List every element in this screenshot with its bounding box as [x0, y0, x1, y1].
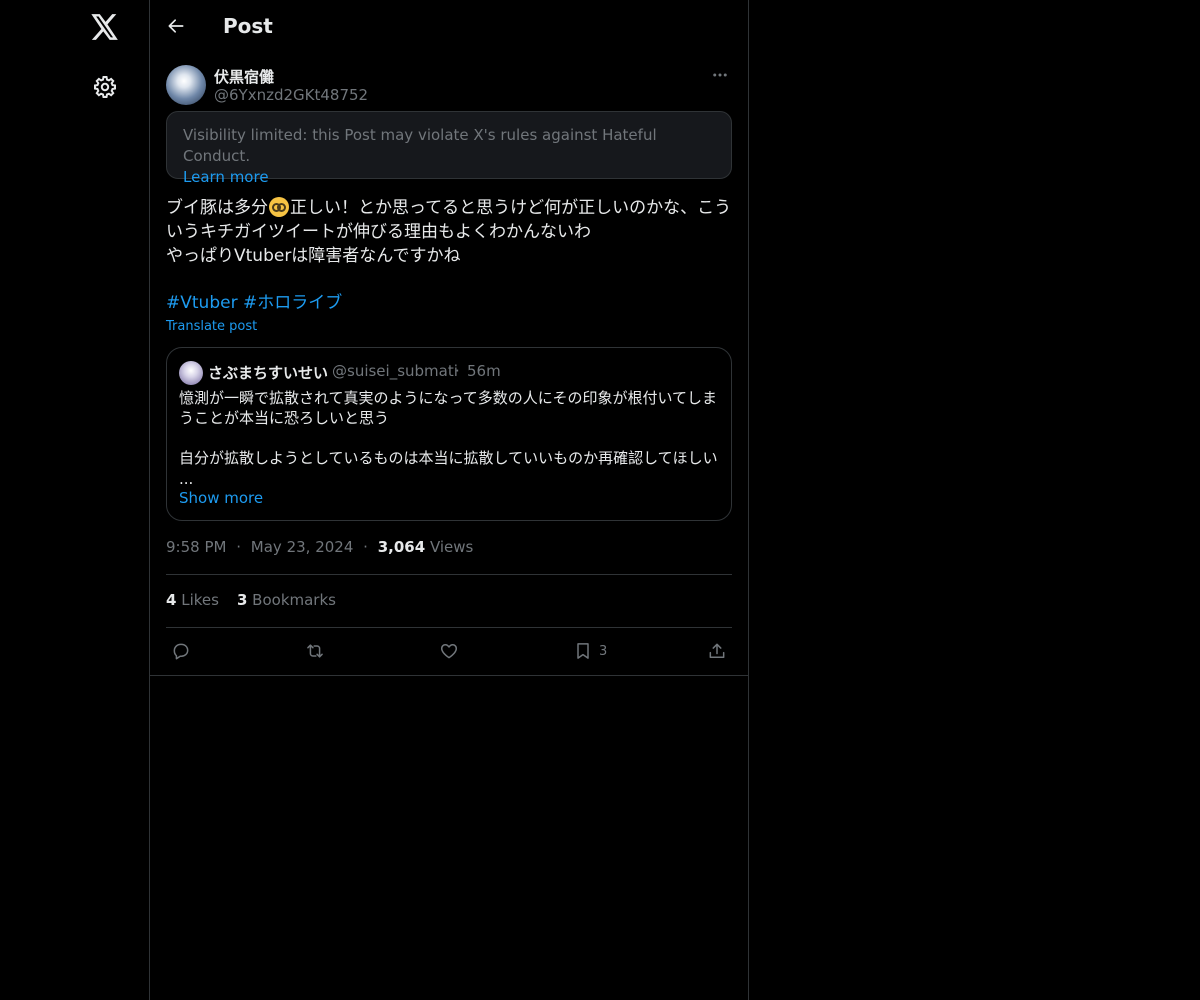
more-options-button[interactable] — [708, 63, 732, 87]
show-more-link[interactable]: Show more — [179, 489, 263, 507]
heart-icon — [440, 644, 458, 659]
gear-icon — [94, 76, 116, 98]
back-button[interactable] — [158, 8, 194, 44]
post-text: ブイ豚は多分 正しい！とか思ってると思うけど何が正しいのかな、こういうキチガイツイ… — [166, 196, 732, 268]
bookmark-button[interactable]: 3 — [573, 638, 607, 664]
translate-post-link[interactable]: Translate post — [166, 319, 257, 334]
views-count: 3,064 — [377, 538, 426, 556]
author-handle[interactable]: @6Yxnzd2GKt48752 — [214, 86, 368, 104]
quoted-text-line-2: 自分が拡散しようとしているものは本当に拡散していいものか再確認してほしい — [179, 449, 718, 467]
bookmarks-count: 3 — [236, 591, 248, 609]
hashtags: #Vtuber #ホロライブ — [166, 291, 342, 315]
quoted-ellipsis: ... — [179, 470, 194, 488]
hashtag-vtuber[interactable]: #Vtuber — [166, 293, 238, 313]
quoted-avatar — [179, 361, 203, 385]
quoted-author-name: さぶまちすいせい — [208, 364, 329, 382]
meta-separator: · — [236, 538, 242, 556]
visibility-notice-text: Visibility limited: this Post may violat… — [183, 126, 657, 165]
bookmark-action-count: 3 — [599, 643, 608, 659]
main-column: Post 伏黒宿儺 @6Yxnzd2GKt48752 Visibility li… — [149, 0, 749, 1000]
x-logo-button[interactable] — [80, 2, 130, 52]
visibility-notice: Visibility limited: this Post may violat… — [166, 111, 732, 186]
app: Post 伏黒宿儺 @6Yxnzd2GKt48752 Visibility li… — [0, 0, 1200, 1000]
nerd-face-emoji — [269, 197, 289, 217]
page-title: Post — [223, 14, 273, 38]
quoted-post[interactable]: さぶまちすいせい @suisei_submati · 56m 憶測が一瞬で拡散さ… — [166, 347, 732, 521]
post-text-part-1: ブイ豚は多分 — [166, 198, 268, 218]
hashtag-hololive[interactable]: #ホロライブ — [243, 293, 342, 313]
quoted-text: 憶測が一瞬で拡散されて真実のようになって多数の人にその印象が根付いてしまうことが… — [179, 388, 721, 468]
reply-icon — [173, 643, 189, 660]
bookmarks-label: Bookmarks — [252, 591, 336, 609]
x-logo-icon — [91, 14, 118, 40]
likes-count: 4 — [166, 591, 177, 609]
author-name[interactable]: 伏黒宿儺 — [214, 66, 274, 87]
views-label: Views — [429, 538, 474, 556]
post-date[interactable]: May 23, 2024 — [251, 538, 354, 556]
quoted-text-line-1: 憶測が一瞬で拡散されて真実のようになって多数の人にその印象が根付いてしまうことが… — [179, 389, 718, 427]
share-icon — [709, 643, 725, 658]
more-horizontal-icon — [713, 73, 727, 77]
quoted-author-handle: @suisei_submati — [332, 362, 458, 380]
likes-count-link[interactable]: 4 Likes — [166, 591, 219, 609]
post-meta: 9:58 PM · May 23, 2024 · 3,064 Views — [166, 538, 473, 556]
quoted-text-spacer — [179, 428, 721, 448]
post-bottom-border — [150, 675, 748, 676]
like-button[interactable] — [439, 638, 459, 664]
engagement-counts: 4 Likes 3 Bookmarks — [166, 591, 336, 609]
post-text-part-3: やっぱりVtuberは障害者なんですかね — [166, 246, 461, 266]
post-author: 伏黒宿儺 @6Yxnzd2GKt48752 — [166, 65, 732, 107]
learn-more-link[interactable]: Learn more — [183, 167, 269, 188]
divider — [166, 574, 732, 575]
bookmark-icon — [577, 643, 589, 659]
left-nav — [0, 0, 149, 1000]
likes-label: Likes — [181, 591, 219, 609]
bookmarks-count-link[interactable]: 3 Bookmarks — [237, 591, 336, 609]
arrow-left-icon — [168, 19, 184, 33]
post-time[interactable]: 9:58 PM — [166, 538, 226, 556]
repost-icon — [307, 644, 323, 658]
repost-button[interactable] — [305, 638, 325, 664]
quoted-separator: · — [455, 362, 460, 380]
meta-separator: · — [363, 538, 368, 556]
share-button[interactable] — [707, 638, 727, 664]
settings-button[interactable] — [80, 62, 130, 112]
avatar[interactable] — [166, 65, 206, 105]
top-bar: Post — [150, 0, 748, 53]
reply-button[interactable] — [171, 638, 191, 664]
action-bar: 3 — [166, 628, 732, 674]
quoted-post-header: さぶまちすいせい @suisei_submati · 56m — [179, 361, 719, 385]
quoted-time: 56m — [467, 362, 501, 380]
